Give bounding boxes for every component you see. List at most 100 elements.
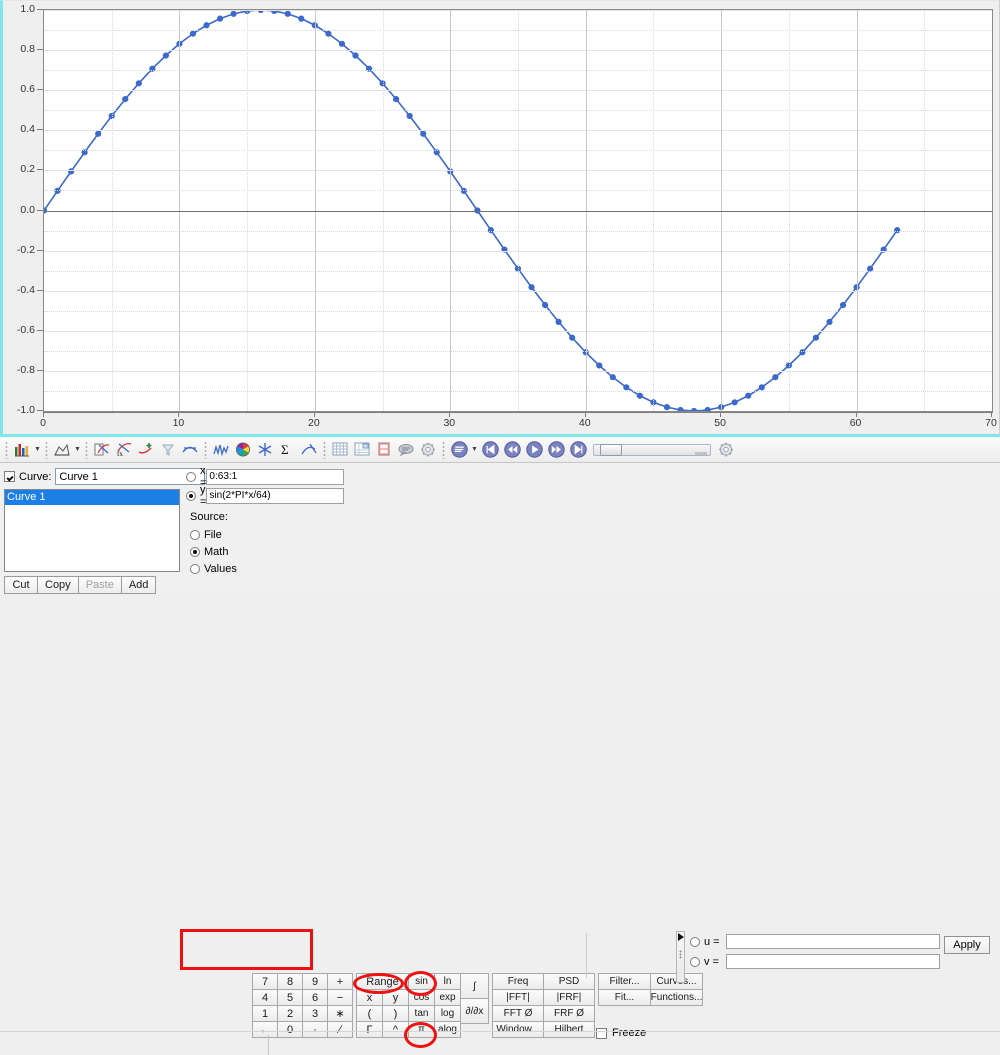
- key-range[interactable]: Range: [356, 973, 409, 990]
- key-6[interactable]: 6: [302, 989, 328, 1006]
- chevron-down-icon[interactable]: ▼: [470, 439, 479, 461]
- key-9[interactable]: 9: [302, 973, 328, 990]
- skip-start-icon[interactable]: [479, 439, 501, 461]
- settings-gear-icon[interactable]: [417, 439, 439, 461]
- key-frf[interactable]: FRF Ø: [543, 1005, 595, 1022]
- rewind-icon[interactable]: [501, 439, 523, 461]
- chevron-down-icon[interactable]: ▼: [73, 439, 82, 461]
- key-fft[interactable]: FFT Ø: [492, 1005, 544, 1022]
- playback-mode-icon[interactable]: [448, 439, 470, 461]
- chart-type-icon[interactable]: [11, 439, 33, 461]
- source-radio-values[interactable]: [190, 563, 200, 574]
- filter-funnel-icon[interactable]: [157, 439, 179, 461]
- v-expression-radio[interactable]: [690, 956, 700, 967]
- comment-icon[interactable]: [395, 439, 417, 461]
- key-sym[interactable]: (: [356, 1005, 383, 1022]
- key-tan[interactable]: tan: [408, 1005, 435, 1022]
- u-expression-input[interactable]: [725, 934, 940, 949]
- y-expression-radio[interactable]: [186, 490, 196, 501]
- new-curve-icon[interactable]: [91, 439, 113, 461]
- key-sym[interactable]: ←: [252, 1021, 278, 1038]
- curve-enable-checkbox[interactable]: [4, 471, 15, 482]
- key-log[interactable]: log: [434, 1005, 461, 1022]
- playback-settings-icon[interactable]: [715, 439, 737, 461]
- grid-icon[interactable]: [329, 439, 351, 461]
- smooth-curve-icon[interactable]: [179, 439, 201, 461]
- x-expression-input[interactable]: [206, 468, 345, 485]
- main-toolbar[interactable]: ▼ ▼ fx Σ ▼: [0, 437, 1000, 463]
- scroll-right-arrow-icon[interactable]: [678, 933, 684, 941]
- fast-forward-icon[interactable]: [545, 439, 567, 461]
- source-option-file[interactable]: File: [190, 526, 248, 543]
- key-fft[interactable]: |FFT|: [492, 989, 544, 1006]
- area-plot-icon[interactable]: [51, 439, 73, 461]
- curve-copy-button[interactable]: Copy: [37, 576, 79, 594]
- key-sym[interactable]: +: [327, 973, 353, 990]
- u-expression-radio[interactable]: [690, 936, 700, 947]
- curve-list-item[interactable]: Curve 1: [5, 490, 179, 505]
- key-alog[interactable]: alog: [434, 1021, 461, 1038]
- key-ln[interactable]: ln: [434, 973, 461, 990]
- key-sym[interactable]: −: [327, 989, 353, 1006]
- key-2[interactable]: 2: [277, 1005, 303, 1022]
- source-option-values[interactable]: Values: [190, 560, 248, 577]
- source-option-math[interactable]: Math: [190, 543, 248, 560]
- key-3[interactable]: 3: [302, 1005, 328, 1022]
- key-fit[interactable]: Fit...: [598, 989, 651, 1006]
- document-icon[interactable]: [373, 439, 395, 461]
- key-sym[interactable]: ∕: [327, 1021, 353, 1038]
- curve-add-button[interactable]: Add: [120, 576, 157, 594]
- play-icon[interactable]: [523, 439, 545, 461]
- asterisk-icon[interactable]: [254, 439, 276, 461]
- key-partial-derivative[interactable]: ∂/∂x: [460, 998, 489, 1024]
- plot-area[interactable]: [43, 9, 993, 412]
- curve-name-input[interactable]: [55, 468, 206, 485]
- curve-cut-button[interactable]: Cut: [4, 576, 38, 594]
- add-curve-icon[interactable]: [135, 439, 157, 461]
- derivative-icon[interactable]: [298, 439, 320, 461]
- key-4[interactable]: 4: [252, 989, 278, 1006]
- source-radio-math[interactable]: [190, 546, 200, 557]
- key-integral[interactable]: ∫: [460, 973, 489, 999]
- key-hilbert[interactable]: Hilbert: [543, 1021, 595, 1038]
- curve-list[interactable]: Curve 1: [4, 489, 180, 572]
- key-5[interactable]: 5: [277, 989, 303, 1006]
- key-7[interactable]: 7: [252, 973, 278, 990]
- key-8[interactable]: 8: [277, 973, 303, 990]
- key-exp[interactable]: exp: [434, 989, 461, 1006]
- key-frf[interactable]: |FRF|: [543, 989, 595, 1006]
- key-sym[interactable]: ·: [302, 1021, 328, 1038]
- table-icon[interactable]: [351, 439, 373, 461]
- key-sin[interactable]: sin: [408, 973, 435, 990]
- v-expression-input[interactable]: [725, 954, 940, 969]
- sigma-icon[interactable]: Σ: [276, 439, 298, 461]
- key-window[interactable]: Window...: [492, 1021, 544, 1038]
- scroll-grip-icon[interactable]: [679, 950, 682, 959]
- key-sym[interactable]: Γ: [356, 1021, 383, 1038]
- skip-end-icon[interactable]: [567, 439, 589, 461]
- key-sym[interactable]: ): [382, 1005, 409, 1022]
- y-expression-input[interactable]: [206, 487, 345, 504]
- chart-canvas[interactable]: 1.0 0.8 0.6 0.4 0.2 0.0 -0.2 -0.4 -0.6 -0.8 -1.0 0 1…: [3, 1, 999, 434]
- key-freq[interactable]: Freq: [492, 973, 544, 990]
- apply-button[interactable]: Apply: [944, 936, 990, 954]
- chevron-down-icon[interactable]: ▼: [33, 439, 42, 461]
- timeline-slider[interactable]: [593, 443, 711, 456]
- key-sym[interactable]: ∗: [327, 1005, 353, 1022]
- key-functions[interactable]: Functions...: [650, 989, 703, 1006]
- color-wheel-icon[interactable]: [232, 439, 254, 461]
- key-sym[interactable]: ^: [382, 1021, 409, 1038]
- key-psd[interactable]: PSD: [543, 973, 595, 990]
- source-radio-file[interactable]: [190, 529, 200, 540]
- key-1[interactable]: 1: [252, 1005, 278, 1022]
- x-expression-radio[interactable]: [186, 471, 196, 482]
- noise-signal-icon[interactable]: [210, 439, 232, 461]
- freeze-checkbox[interactable]: [596, 1027, 607, 1039]
- curve-fx-icon[interactable]: fx: [113, 439, 135, 461]
- key-filter[interactable]: Filter...: [598, 973, 651, 990]
- key-x[interactable]: x: [356, 989, 383, 1006]
- timeline-slider-handle[interactable]: [600, 443, 622, 456]
- timeline-slider-end[interactable]: [695, 451, 707, 455]
- key-sym[interactable]: π: [408, 1021, 435, 1038]
- key-cos[interactable]: cos: [408, 989, 435, 1006]
